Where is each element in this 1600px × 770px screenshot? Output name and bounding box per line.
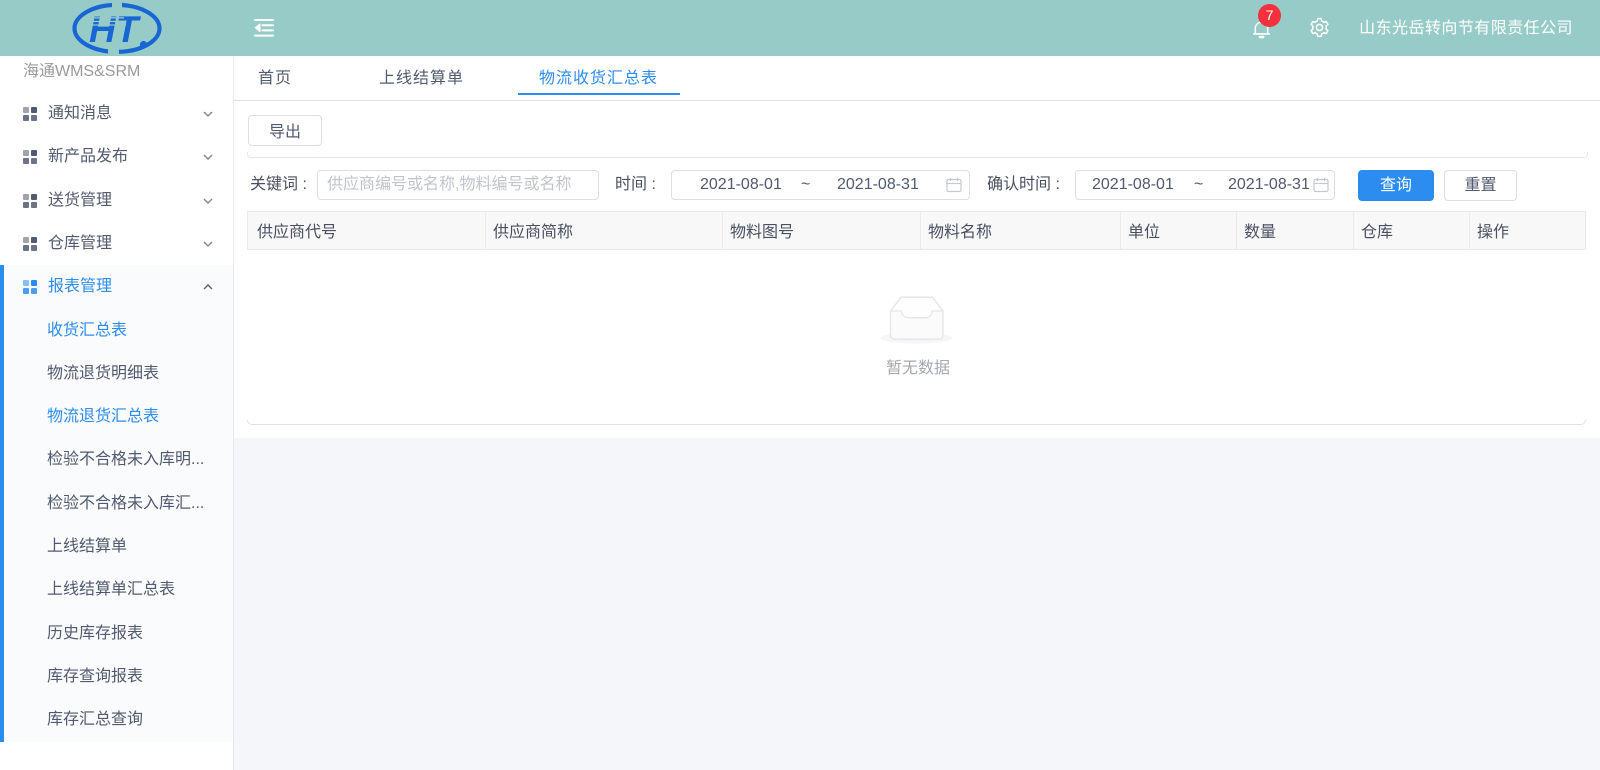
svg-text:HT: HT [89,9,142,50]
